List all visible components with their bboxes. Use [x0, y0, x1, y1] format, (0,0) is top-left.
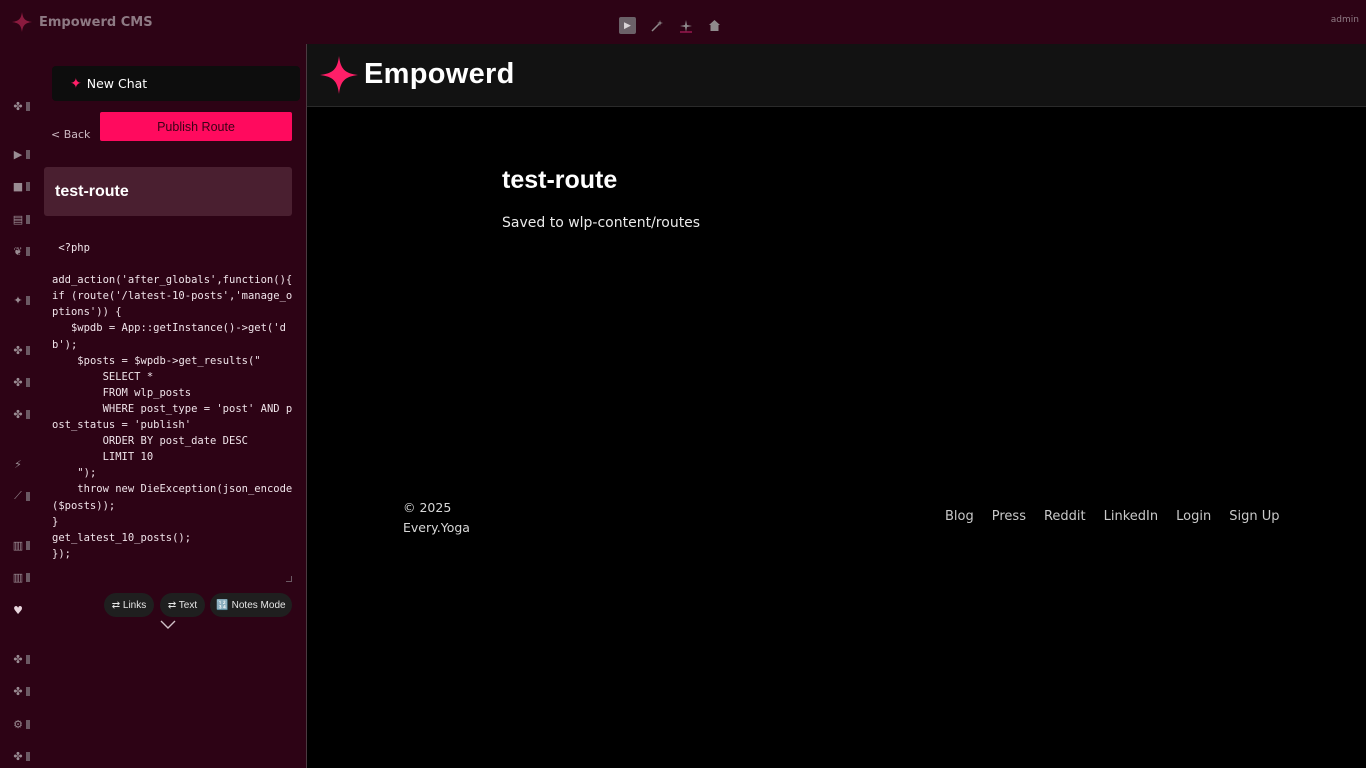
site-preview: Empowerd test-route Saved to wlp-content… — [307, 44, 1366, 768]
route-name: test-route — [55, 183, 129, 200]
preview-header: Empowerd — [307, 44, 1366, 107]
rail-sparkle-icon[interactable]: ✦ — [11, 293, 31, 307]
app-brand[interactable]: Empowerd CMS — [12, 12, 153, 32]
rail-gear-icon[interactable]: ⚙ — [11, 717, 31, 731]
top-bar: Empowerd CMS ▶ admin — [0, 0, 1366, 44]
footer-link-reddit[interactable]: Reddit — [1044, 509, 1086, 524]
magic-wand-icon[interactable] — [648, 17, 665, 34]
rail-plug-icon[interactable]: ⚡ — [11, 457, 31, 471]
resize-handle[interactable] — [286, 576, 292, 582]
rail-puzzle-icon[interactable]: ✤ — [11, 407, 31, 421]
new-chat-label: New Chat — [86, 76, 148, 91]
footer-links: Blog Press Reddit LinkedIn Login Sign Up — [945, 509, 1297, 524]
route-card: test-route — [44, 167, 292, 216]
icon-rail: ✤ ▶ ■ ▤ ❦ ✦ ✤ ✤ ✤ ⚡ ⟋ ▥ ▥ ♥ ✤ ✤ ⚙ ✤ — [0, 44, 32, 768]
rail-puzzle-icon[interactable]: ✤ — [11, 652, 31, 666]
code-editor[interactable]: <?php add_action('after_globals',functio… — [52, 240, 294, 585]
new-chat-button[interactable]: ✦ New Chat — [52, 66, 300, 101]
play-icon[interactable]: ▶ — [619, 17, 636, 34]
star-icon: ✦ — [70, 75, 82, 92]
rail-heart-icon[interactable]: ♥ — [11, 603, 31, 617]
star-logo-icon — [320, 56, 358, 94]
rail-puzzle-icon[interactable]: ✤ — [11, 684, 31, 698]
links-toggle-button[interactable]: ⇄ Links — [104, 593, 154, 617]
top-toolbar: ▶ — [619, 17, 735, 34]
app-title: Empowerd CMS — [39, 14, 153, 30]
star-logo-icon — [12, 12, 32, 32]
footer-link-blog[interactable]: Blog — [945, 509, 974, 524]
back-link[interactable]: < Back — [51, 128, 90, 141]
chevron-down-icon[interactable] — [160, 620, 176, 630]
home-icon[interactable] — [706, 17, 723, 34]
page-title: test-route — [502, 166, 618, 194]
copyright-site: Every.Yoga — [403, 520, 470, 535]
text-toggle-button[interactable]: ⇄ Text — [160, 593, 205, 617]
publish-route-button[interactable]: Publish Route — [100, 112, 292, 141]
footer-copyright: © 2025 Every.Yoga — [403, 498, 470, 538]
footer-link-login[interactable]: Login — [1176, 509, 1211, 524]
notes-mode-button[interactable]: 🔢 Notes Mode — [210, 593, 292, 617]
preview-brand[interactable]: Empowerd — [364, 58, 515, 91]
page-subtitle: Saved to wlp-content/routes — [502, 215, 701, 231]
rail-folder-icon[interactable]: ■ — [11, 179, 31, 193]
footer-link-signup[interactable]: Sign Up — [1229, 509, 1279, 524]
rail-puzzle-icon[interactable]: ✤ — [11, 375, 31, 389]
rail-play-icon[interactable]: ▶ — [11, 147, 31, 161]
user-label[interactable]: admin — [1331, 15, 1359, 25]
rail-puzzle-icon[interactable]: ✤ — [11, 749, 31, 763]
copyright-year: © 2025 — [403, 500, 452, 515]
footer-link-press[interactable]: Press — [992, 509, 1026, 524]
rail-brain-icon[interactable]: ❦ — [11, 244, 31, 258]
rail-puzzle-icon[interactable]: ✤ — [11, 99, 31, 113]
sparkle-icon[interactable] — [677, 17, 694, 34]
rail-puzzle-icon[interactable]: ✤ — [11, 343, 31, 357]
rail-document-icon[interactable]: ▤ — [11, 212, 31, 226]
rail-magic-wand-icon[interactable]: ⟋ — [11, 489, 31, 503]
rail-list-icon[interactable]: ▥ — [11, 538, 31, 552]
footer-link-linkedin[interactable]: LinkedIn — [1104, 509, 1158, 524]
rail-list-icon[interactable]: ▥ — [11, 570, 31, 584]
